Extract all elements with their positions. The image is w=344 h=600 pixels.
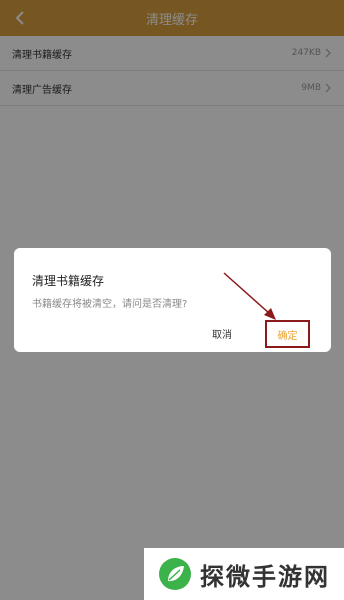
dialog-title: 清理书籍缓存 [32,274,105,288]
dialog-message: 书籍缓存将被清空，请问是否清理? [32,299,188,310]
cancel-button[interactable]: 取消 [212,326,232,341]
confirm-dialog: 清理书籍缓存 书籍缓存将被清空，请问是否清理? 取消 确定 [14,248,331,352]
leaf-logo-icon [159,558,191,590]
watermark-logo: 探微手游网 [144,548,344,600]
watermark-text: 探微手游网 [200,562,330,591]
confirm-button[interactable]: 确定 [265,320,310,348]
